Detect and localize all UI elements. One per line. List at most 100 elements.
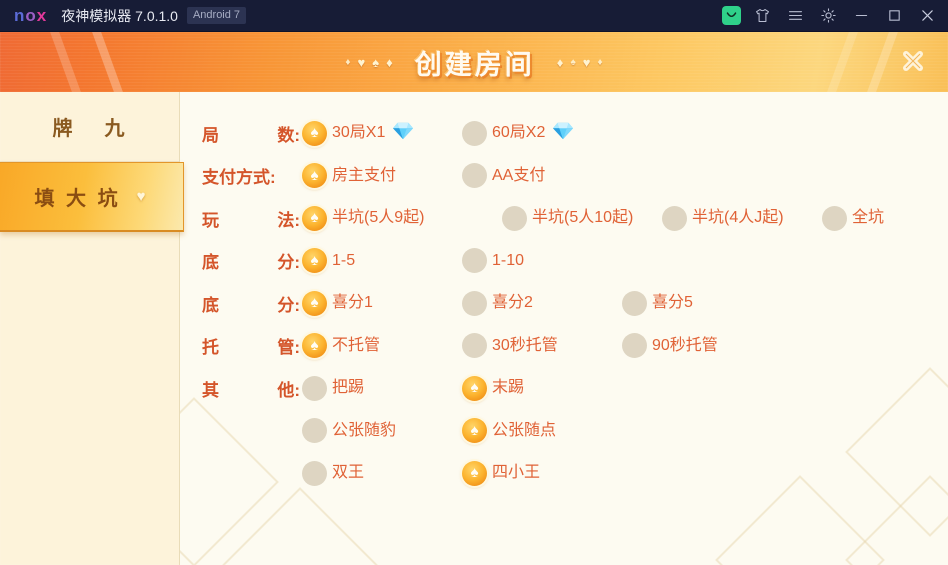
option-choice[interactable]: 半坑(4人J起) xyxy=(662,204,784,232)
radio-unselected-icon[interactable] xyxy=(462,163,487,189)
option-choice[interactable]: 30秒托管 xyxy=(462,332,558,360)
banner-center: ♦ ♥ ♠ ♦ 创建房间 ♦ ♠ ♥ ♦ xyxy=(0,32,948,92)
radio-unselected-icon[interactable] xyxy=(462,248,487,274)
minimize-icon xyxy=(853,7,870,24)
option-choices: 双王 四小王 xyxy=(302,459,948,487)
option-choice-label: 全坑 xyxy=(852,209,885,227)
radio-unselected-icon[interactable] xyxy=(302,375,327,401)
option-choice[interactable]: AA支付 xyxy=(462,162,545,190)
option-row-label: 其 他: xyxy=(202,376,302,401)
menu-button[interactable] xyxy=(779,0,812,32)
radio-unselected-icon[interactable] xyxy=(462,290,487,316)
radio-unselected-icon[interactable] xyxy=(502,205,527,231)
minimize-button[interactable] xyxy=(845,0,878,32)
option-choice[interactable]: 房主支付 xyxy=(302,162,396,190)
theme-button[interactable] xyxy=(746,0,779,32)
maximize-button[interactable] xyxy=(878,0,911,32)
radio-unselected-icon[interactable] xyxy=(462,120,487,146)
option-choice-label: 30局X1 xyxy=(332,124,386,142)
close-room-button[interactable] xyxy=(896,46,930,80)
option-choice[interactable]: 全坑 xyxy=(822,204,884,232)
option-choice[interactable]: 60局X2 xyxy=(462,119,574,147)
option-choice-label: 末踢 xyxy=(492,379,525,397)
radio-unselected-icon[interactable] xyxy=(662,205,687,231)
option-choice[interactable]: 不托管 xyxy=(302,332,380,360)
option-label-part-2: 管: xyxy=(277,338,300,358)
radio-selected-icon[interactable] xyxy=(302,290,327,316)
option-choice[interactable]: 90秒托管 xyxy=(622,332,718,360)
radio-selected-icon[interactable] xyxy=(302,248,327,274)
option-choice[interactable]: 喜分5 xyxy=(622,289,693,317)
close-x-icon xyxy=(897,45,929,82)
radio-selected-icon[interactable] xyxy=(302,163,327,189)
option-choice-label: 半坑(5人9起) xyxy=(332,209,425,227)
option-choice[interactable]: 喜分1 xyxy=(302,289,373,317)
radio-selected-icon[interactable] xyxy=(302,120,327,146)
option-row-label: 局 数: xyxy=(202,121,302,146)
option-choice-label: AA支付 xyxy=(492,166,546,184)
sidebar-item-tiandakeng[interactable]: 填 大 坑 ♥ xyxy=(0,162,184,232)
option-choice[interactable]: 1-5 xyxy=(302,247,355,275)
option-row: 玩 法: 半坑(5人9起) 半坑(5人10起) 半坑(4人J起) 全坑 xyxy=(180,197,948,240)
option-choice-label: 四小王 xyxy=(492,464,541,482)
option-choice-label: 公张随点 xyxy=(492,421,557,439)
option-choice-label: 把踢 xyxy=(332,379,365,397)
settings-button[interactable] xyxy=(812,0,845,32)
option-choice[interactable]: 把踢 xyxy=(302,374,364,402)
option-choice[interactable]: 喜分2 xyxy=(462,289,533,317)
radio-selected-icon[interactable] xyxy=(302,333,327,359)
option-row-label: 玩 法: xyxy=(202,206,302,231)
radio-unselected-icon[interactable] xyxy=(622,290,647,316)
option-label-part-2: 法: xyxy=(277,210,300,230)
option-choice[interactable]: 双王 xyxy=(302,459,364,487)
suit-decor-right: ♦ ♠ ♥ ♦ xyxy=(557,55,603,70)
option-choice[interactable]: 公张随点 xyxy=(462,417,556,445)
game-viewport: ♦ ♥ ♠ ♦ 创建房间 ♦ ♠ ♥ ♦ 牌 九 填 大 坑 ♥ 局 数: ♠ … xyxy=(0,32,948,565)
option-choice[interactable]: 30局X1 xyxy=(302,119,414,147)
option-row: 底 分: 喜分1 喜分2 喜分5 xyxy=(180,282,948,325)
option-choice-label: 喜分1 xyxy=(332,294,373,312)
emulator-title: 夜神模拟器 7.0.1.0 xyxy=(61,7,178,24)
option-row: 局数: 30局X1 60局X2 xyxy=(180,112,948,155)
option-label-part-2: 分: xyxy=(277,253,300,273)
radio-unselected-icon[interactable] xyxy=(822,205,847,231)
close-button[interactable] xyxy=(911,0,944,32)
android-version-badge: Android 7 xyxy=(186,7,247,24)
option-choice[interactable]: 半坑(5人9起) xyxy=(302,204,424,232)
radio-unselected-icon[interactable] xyxy=(302,460,327,486)
tshirt-icon xyxy=(754,7,771,24)
option-choices: 把踢 末踢 xyxy=(302,374,948,402)
radio-selected-icon[interactable] xyxy=(462,418,487,444)
option-choice[interactable]: 四小王 xyxy=(462,459,540,487)
option-label-part-1: 底 xyxy=(202,295,219,315)
diamond-icon: ♦ xyxy=(345,56,351,68)
option-choices: 喜分1 喜分2 喜分5 xyxy=(302,289,948,317)
radio-selected-icon[interactable] xyxy=(302,205,327,231)
option-choice-label: 房主支付 xyxy=(332,166,397,184)
store-button[interactable] xyxy=(716,0,746,32)
radio-selected-icon[interactable] xyxy=(462,375,487,401)
option-choice[interactable]: 公张随豹 xyxy=(302,417,396,445)
radio-unselected-icon[interactable] xyxy=(462,333,487,359)
option-rows: 局数:30局X1 60局X2 支付方式:房主支付AA支付玩法:半坑(5人9起)半… xyxy=(180,92,948,495)
sidebar-item-tiandakeng-label: 填 大 坑 xyxy=(34,188,121,210)
option-label-part-2: 数: xyxy=(277,125,300,145)
option-choice-label: 90秒托管 xyxy=(652,336,718,354)
suit-decor-left: ♦ ♥ ♠ ♦ xyxy=(345,55,392,70)
radio-selected-icon[interactable] xyxy=(462,460,487,486)
room-options-panel: 局数:30局X1 60局X2 支付方式:房主支付AA支付玩法:半坑(5人9起)半… xyxy=(180,92,948,565)
option-choice-label: 半坑(5人10起) xyxy=(532,209,634,227)
option-row: 底 分: 1-5 1-10 xyxy=(180,240,948,283)
option-choice-label: 30秒托管 xyxy=(492,336,558,354)
sidebar-item-paijiu[interactable]: 牌 九 xyxy=(0,92,179,162)
option-choice[interactable]: 1-10 xyxy=(462,247,524,275)
option-choice-label: 公张随豹 xyxy=(332,421,397,439)
menu-icon xyxy=(787,7,804,24)
option-choice[interactable]: 末踢 xyxy=(462,374,524,402)
option-choice[interactable]: 半坑(5人10起) xyxy=(502,204,633,232)
radio-unselected-icon[interactable] xyxy=(302,418,327,444)
radio-unselected-icon[interactable] xyxy=(622,333,647,359)
option-choice-label: 喜分5 xyxy=(652,294,693,312)
diamond-icon-4: ♦ xyxy=(597,56,603,68)
store-icon xyxy=(721,6,741,25)
